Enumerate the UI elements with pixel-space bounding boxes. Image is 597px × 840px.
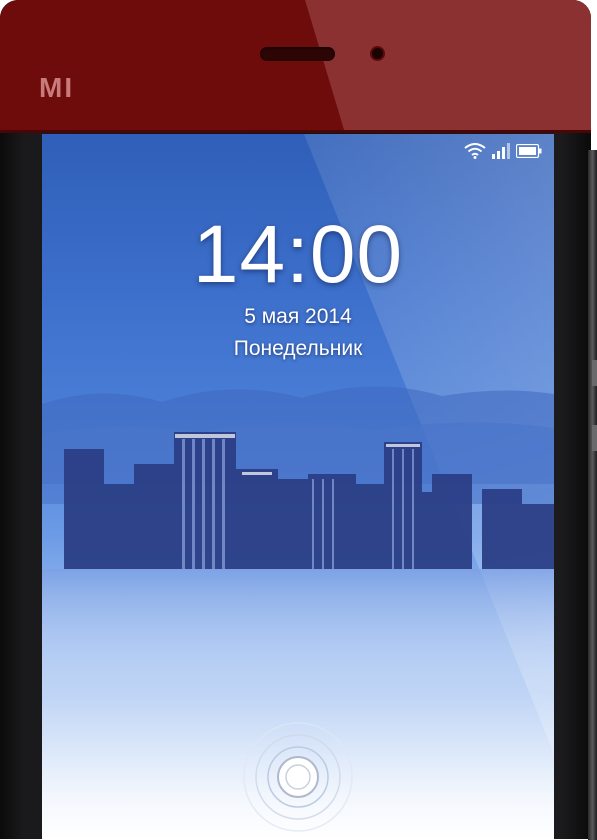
earpiece-speaker [260,47,335,61]
city-wallpaper [42,386,554,694]
lock-weekday: Понедельник [233,337,363,360]
battery-icon [515,143,542,163]
lock-date: 5 мая 2014 [244,305,352,328]
signal-icon [492,143,510,164]
phone-device: MI 14:00 5 мая 2014 Понедельник [0,0,597,840]
phone-top-bezel: MI [0,0,591,133]
phone-side-edge [588,150,597,840]
front-camera [372,48,383,59]
volume-button[interactable] [592,360,597,386]
unlock-ring-icon[interactable] [238,719,358,839]
power-button[interactable] [592,425,597,451]
brand-logo: MI [39,72,75,103]
lock-clock: 14:00 [192,209,404,300]
lock-screen[interactable]: 14:00 5 мая 2014 Понедельник [42,134,554,839]
wifi-icon [464,143,486,164]
status-bar [464,143,542,164]
